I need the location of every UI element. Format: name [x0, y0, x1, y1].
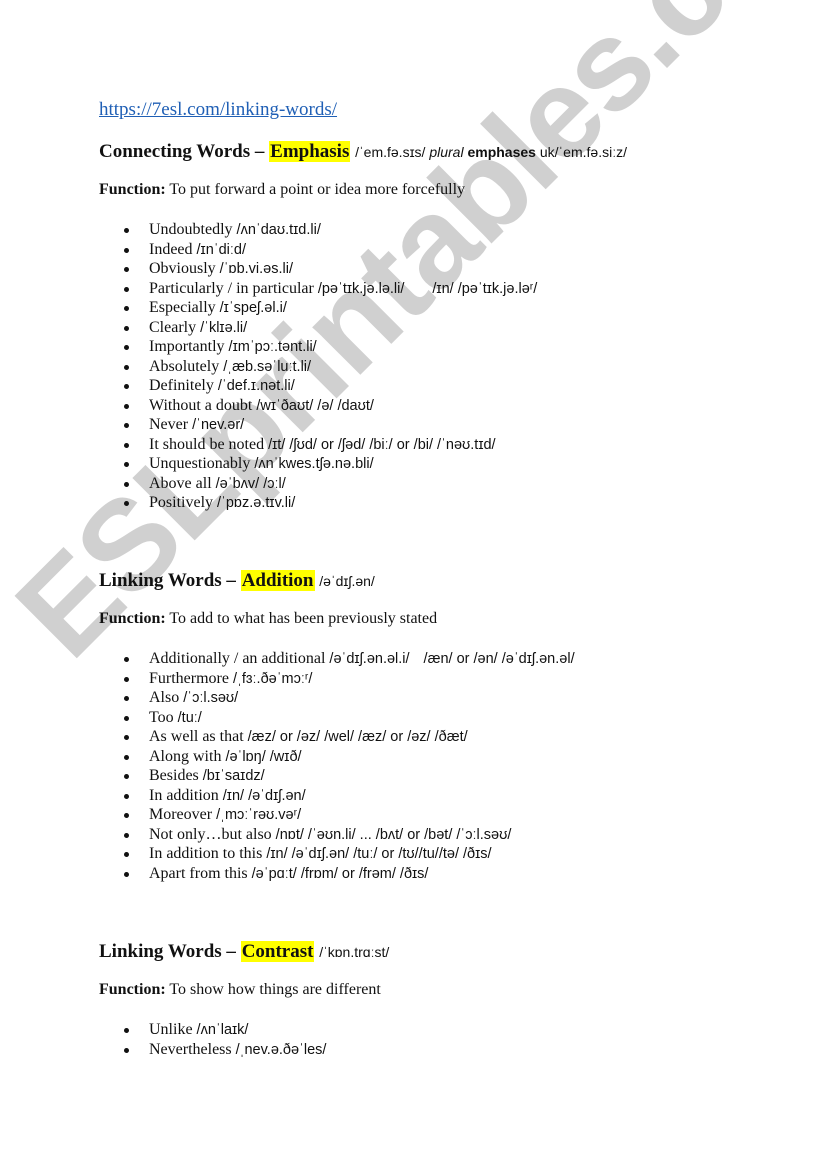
function-line-addition: Function: To add to what has been previo… [99, 610, 437, 628]
bullet-icon [124, 247, 129, 253]
heading-prefix: Linking Words – [99, 570, 241, 591]
function-label: Function: [99, 981, 166, 998]
bullet-icon [124, 345, 129, 350]
bullet-icon [124, 364, 129, 370]
list-item: Unquestionably /ʌnˈkwes.tʃə.nə.bli/ [0, 454, 537, 474]
function-label: Function: [99, 181, 166, 198]
list-item: Nevertheless /ˌnev.ə.ðəˈles/ [0, 1040, 326, 1060]
bullet-icon [124, 481, 129, 487]
bullet-icon [124, 852, 129, 857]
function-text: To show how things are different [169, 981, 381, 998]
list-item: In addition to this /ɪn/ /əˈdɪʃ.ən/ /tuː… [0, 844, 575, 864]
heading-ipa: /ˈem.fə.sɪs/ plural emphases uk/ˈem.fə.s… [355, 144, 627, 160]
bullet-icon [124, 442, 129, 448]
bullet-icon [124, 676, 129, 682]
list-item: Too /tuː/ [0, 708, 575, 728]
heading-highlight: Contrast [240, 941, 315, 962]
function-text: To put forward a point or idea more forc… [169, 181, 466, 198]
bullet-icon [124, 462, 129, 467]
bullet-icon [124, 1028, 129, 1033]
bullet-icon [124, 832, 129, 838]
list-item: It should be noted /ɪt/ /ʃʊd/ or /ʃəd/ /… [0, 435, 537, 455]
bullet-icon [124, 793, 129, 799]
section-heading-contrast: Linking Words – Contrast /ˈkɒn.trɑːst/ [99, 941, 389, 963]
function-line-emphasis: Function: To put forward a point or idea… [99, 181, 465, 199]
list-item: Unlike /ʌnˈlaɪk/ [0, 1020, 326, 1040]
list-item: Clearly /ˈklɪə.li/ [0, 318, 537, 338]
bullet-icon [124, 696, 129, 701]
bullet-icon [124, 715, 129, 721]
bullet-icon [124, 871, 129, 877]
function-label: Function: [99, 610, 166, 627]
list-item: Without a doubt /wɪˈðaʊt/ /ə/ /daʊt/ [0, 396, 537, 416]
list-item: Besides /bɪˈsaɪdz/ [0, 766, 575, 786]
list-item: Apart from this /əˈpɑːt/ /frɒm/ or /frəm… [0, 864, 575, 884]
heading-highlight: Addition [240, 570, 315, 591]
document-page: ESLprintables.com https://7esl.com/linki… [0, 0, 821, 1161]
bullet-icon [124, 286, 129, 292]
heading-ipa: /əˈdɪʃ.ən/ [319, 573, 375, 589]
list-item: Additionally / an additional /əˈdɪʃ.ən.ə… [0, 649, 575, 669]
list-item: Particularly / in particular /pəˈtɪk.jə.… [0, 279, 537, 299]
list-item: Along with /əˈlɒŋ/ /wɪð/ [0, 747, 575, 767]
bullet-icon [124, 306, 129, 311]
bullet-icon [124, 228, 129, 233]
list-item: Moreover /ˌmɔːˈrəʊ.vəʳ/ [0, 805, 575, 825]
bullet-icon [124, 813, 129, 818]
emphasis-list: Undoubtedly /ʌnˈdaʊ.tɪd.li/ Indeed /ɪnˈd… [0, 220, 537, 513]
list-item: Definitely /ˈdef.ɪ.nət.li/ [0, 376, 537, 396]
function-line-contrast: Function: To show how things are differe… [99, 981, 381, 999]
bullet-icon [124, 735, 129, 740]
bullet-icon [124, 384, 129, 389]
list-item: Obviously /ˈɒb.vi.əs.li/ [0, 259, 537, 279]
list-item: Above all /əˈbʌv/ /ɔːl/ [0, 474, 537, 494]
bullet-icon [124, 501, 129, 506]
list-item: Also /ˈɔːl.səʊ/ [0, 688, 575, 708]
bullet-icon [124, 754, 129, 760]
list-item: Importantly /ɪmˈpɔː.tənt.li/ [0, 337, 537, 357]
function-text: To add to what has been previously state… [169, 610, 438, 627]
source-link[interactable]: https://7esl.com/linking-words/ [99, 99, 337, 121]
heading-prefix: Connecting Words – [99, 141, 270, 162]
list-item: Never /ˈnev.ər/ [0, 415, 537, 435]
bullet-icon [124, 774, 129, 779]
addition-list: Additionally / an additional /əˈdɪʃ.ən.ə… [0, 649, 575, 883]
list-item: Especially /ɪˈspeʃ.əl.i/ [0, 298, 537, 318]
list-item: In addition /ɪn/ /əˈdɪʃ.ən/ [0, 786, 575, 806]
heading-prefix: Linking Words – [99, 941, 241, 962]
list-item: Positively /ˈpɒz.ə.tɪv.li/ [0, 493, 537, 513]
list-item: Not only…but also /nɒt/ /ˈəʊn.li/ ... /b… [0, 825, 575, 845]
bullet-icon [124, 267, 129, 272]
section-heading-emphasis: Connecting Words – Emphasis /ˈem.fə.sɪs/… [99, 141, 627, 163]
section-heading-addition: Linking Words – Addition /əˈdɪʃ.ən/ [99, 570, 375, 592]
list-item: Furthermore /ˌfɜː.ðəˈmɔːʳ/ [0, 669, 575, 689]
bullet-icon [124, 325, 129, 331]
bullet-icon [124, 403, 129, 409]
contrast-list: Unlike /ʌnˈlaɪk/ Nevertheless /ˌnev.ə.ðə… [0, 1020, 326, 1059]
list-item: Absolutely /ˌæb.səˈluːt.li/ [0, 357, 537, 377]
bullet-icon [124, 657, 129, 662]
list-item: Undoubtedly /ʌnˈdaʊ.tɪd.li/ [0, 220, 537, 240]
list-item: Indeed /ɪnˈdiːd/ [0, 240, 537, 260]
heading-highlight: Emphasis [269, 141, 351, 162]
heading-ipa: /ˈkɒn.trɑːst/ [319, 944, 390, 960]
bullet-icon [124, 1047, 129, 1053]
bullet-icon [124, 423, 129, 428]
list-item: As well as that /æz/ or /əz/ /wel/ /æz/ … [0, 727, 575, 747]
